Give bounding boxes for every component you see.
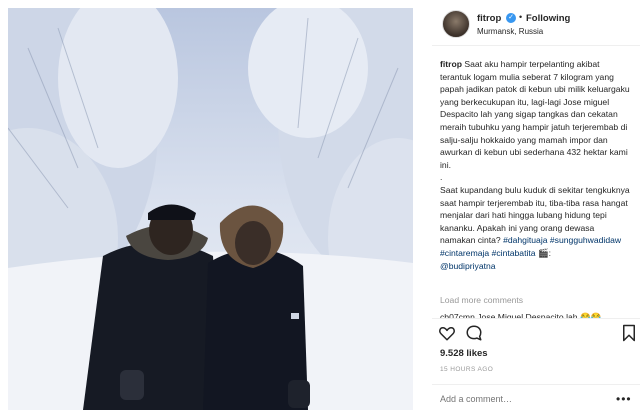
like-count[interactable]: 9.528 likes: [440, 348, 488, 359]
verified-badge-icon: ✓: [506, 13, 516, 23]
post-header: fitrop ✓ • Following Murmansk, Russia: [432, 6, 640, 40]
bookmark-icon[interactable]: [620, 324, 638, 342]
comment-divider: [432, 384, 640, 385]
more-options-icon[interactable]: •••: [616, 392, 632, 406]
avatar[interactable]: [442, 10, 470, 38]
caption-username[interactable]: fitrop: [440, 59, 462, 69]
header-separator: •: [519, 12, 523, 22]
comment-icon[interactable]: [465, 324, 483, 342]
location-link[interactable]: Murmansk, Russia: [477, 27, 543, 36]
heart-icon[interactable]: [438, 324, 456, 342]
snowy-couple-photo: [8, 8, 413, 410]
hashtag-link[interactable]: #sungguhwadidaw: [550, 235, 621, 245]
hashtag-link[interactable]: #dahgituaja: [503, 235, 547, 245]
instagram-post: fitrop ✓ • Following Murmansk, Russia fi…: [0, 0, 640, 413]
hashtag-link[interactable]: #cintaremaja: [440, 248, 489, 258]
post-photo[interactable]: [8, 8, 413, 410]
post-actions: [438, 324, 638, 344]
post-caption: fitrop Saat aku hampir terpelanting akib…: [440, 58, 632, 272]
caption-paragraph-1: Saat aku hampir terpelanting akibat tera…: [440, 59, 630, 170]
following-button[interactable]: Following: [526, 13, 570, 24]
header-divider: [432, 45, 640, 46]
caption-dot-line: .: [440, 172, 443, 183]
add-comment-input[interactable]: [440, 394, 600, 404]
load-more-comments-link[interactable]: Load more comments: [440, 295, 523, 305]
actions-divider: [432, 318, 640, 319]
clapper-emoji: 🎬:: [537, 247, 552, 258]
header-username[interactable]: fitrop: [477, 13, 501, 24]
hashtag-link[interactable]: #cintabatita: [492, 248, 536, 258]
mention-link[interactable]: @budipriyatna: [440, 261, 496, 271]
post-timestamp[interactable]: 15 HOURS AGO: [440, 366, 493, 373]
